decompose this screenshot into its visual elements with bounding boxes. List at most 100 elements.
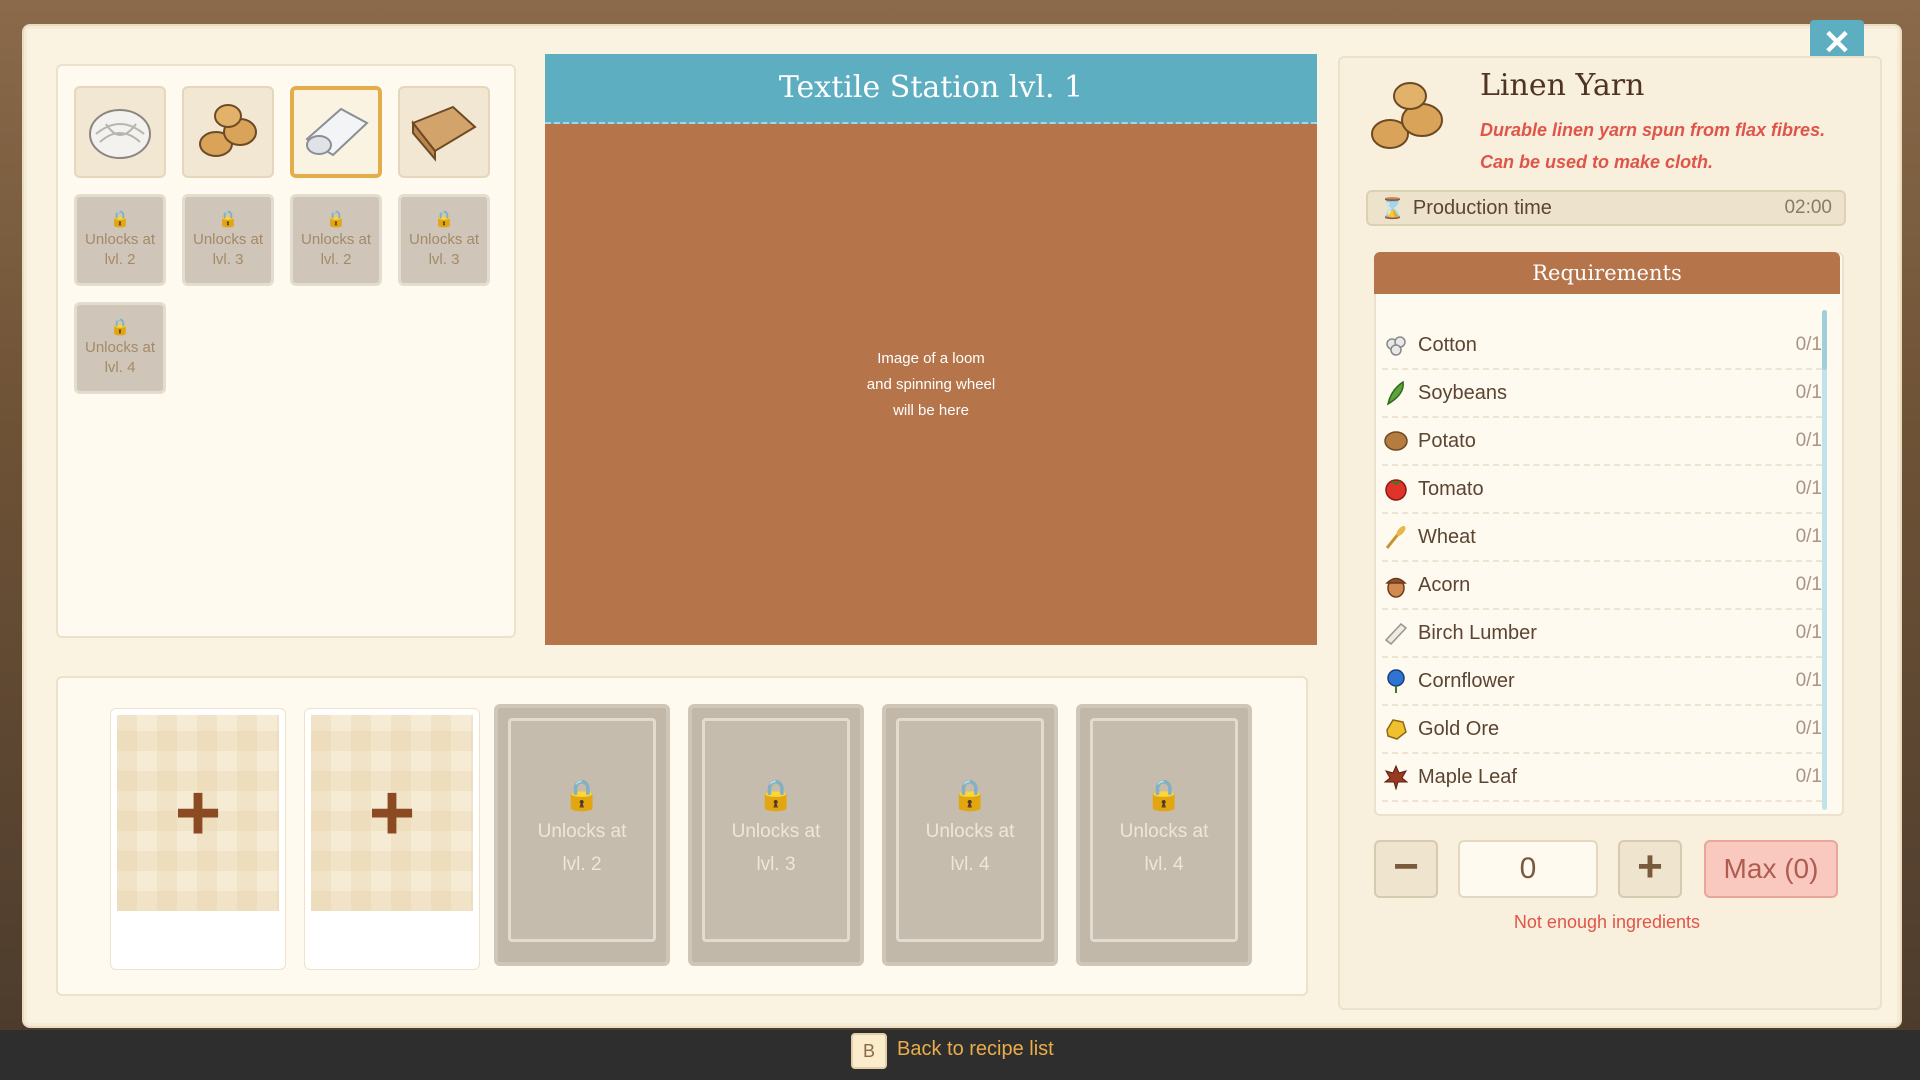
production-time-value: 02:00 bbox=[1784, 197, 1832, 218]
add-icon: + bbox=[368, 768, 416, 857]
recipe-slot-locked: 🔒 Unlocks at lvl. 2 bbox=[290, 194, 382, 286]
recipe-slot-locked: 🔒 Unlocks at lvl. 4 bbox=[74, 302, 166, 394]
requirement-count: 0/1 bbox=[1795, 670, 1822, 691]
production-slot-open[interactable]: + bbox=[304, 708, 480, 970]
requirement-name: Gold Ore bbox=[1418, 717, 1500, 740]
warning-text: Not enough ingredients bbox=[1513, 912, 1701, 932]
production-slot-locked: 🔒 Unlocks at lvl. 2 bbox=[494, 704, 670, 966]
unlock-level: lvl. 4 bbox=[1144, 854, 1184, 875]
lock-icon: 🔒 bbox=[757, 779, 795, 812]
plus-icon: + bbox=[1637, 842, 1663, 891]
cotton-bundle-icon bbox=[89, 109, 151, 159]
lock-icon: 🔒 bbox=[434, 211, 454, 228]
requirement-name: Acorn bbox=[1418, 573, 1471, 596]
recipe-slot-cotton-thread[interactable] bbox=[74, 86, 166, 178]
requirement-name: Birch Lumber bbox=[1418, 621, 1537, 644]
production-slot-locked: 🔒 Unlocks at lvl. 3 bbox=[688, 704, 864, 966]
requirement-name: Tomato bbox=[1418, 477, 1484, 500]
item-description: Durable linen yarn spun from flax fibres… bbox=[1480, 120, 1826, 172]
requirement-name: Cornflower bbox=[1418, 669, 1515, 692]
requirement-row: Tomato 0/1 bbox=[1382, 466, 1822, 514]
unlock-label: Unlocks at lvl. 2 bbox=[84, 231, 156, 268]
requirement-count: 0/1 bbox=[1795, 526, 1822, 547]
unlock-level: lvl. 4 bbox=[950, 854, 990, 875]
lock-icon: 🔒 bbox=[110, 211, 130, 228]
recipe-slot-cloth[interactable] bbox=[290, 86, 382, 178]
requirements-title: Requirements bbox=[1374, 252, 1840, 294]
maple-leaf-icon bbox=[1382, 763, 1410, 791]
requirements-scrollbar[interactable] bbox=[1822, 310, 1827, 810]
lock-icon: 🔒 bbox=[951, 779, 989, 812]
gold-ore-icon bbox=[1382, 715, 1410, 743]
unlock-level: lvl. 3 bbox=[756, 854, 796, 875]
unlock-label: Unlocks at bbox=[1119, 821, 1209, 842]
requirement-name: Cotton bbox=[1418, 333, 1477, 356]
requirement-row: Cotton 0/1 bbox=[1382, 322, 1822, 370]
lock-icon: 🔒 bbox=[563, 779, 601, 812]
requirement-row: Cornflower 0/1 bbox=[1382, 658, 1822, 706]
back-to-recipe-list-link[interactable]: Back to recipe list bbox=[897, 1038, 1054, 1061]
unlock-label: Unlocks at bbox=[925, 821, 1015, 842]
add-icon: + bbox=[174, 768, 222, 857]
minus-icon: − bbox=[1393, 842, 1419, 891]
requirement-count: 0/1 bbox=[1795, 718, 1822, 739]
requirement-name: Maple Leaf bbox=[1418, 765, 1517, 788]
decrease-quantity-button[interactable]: − bbox=[1374, 840, 1438, 898]
unlock-level: lvl. 2 bbox=[562, 854, 602, 875]
unlock-label: Unlocks at lvl. 3 bbox=[192, 231, 264, 268]
production-slot-locked: 🔒 Unlocks at lvl. 4 bbox=[1076, 704, 1252, 966]
requirement-row: Potato 0/1 bbox=[1382, 418, 1822, 466]
production-slot-locked: 🔒 Unlocks at lvl. 4 bbox=[882, 704, 1058, 966]
soybean-icon bbox=[1382, 379, 1410, 407]
production-time-label: Production time bbox=[1412, 196, 1552, 219]
hourglass-icon: ⌛ bbox=[1380, 197, 1405, 220]
requirement-name: Potato bbox=[1418, 429, 1476, 452]
potato-icon bbox=[1382, 427, 1410, 455]
acorn-icon bbox=[1382, 571, 1410, 599]
b-key-icon: B bbox=[851, 1033, 887, 1069]
recipe-slot-locked: 🔒 Unlocks at lvl. 3 bbox=[182, 194, 274, 286]
unlock-label: Unlocks at lvl. 3 bbox=[408, 231, 480, 268]
recipe-slot-burlap[interactable] bbox=[398, 86, 490, 178]
requirement-count: 0/1 bbox=[1795, 478, 1822, 499]
lock-icon: 🔒 bbox=[1145, 779, 1183, 812]
burlap-sack-icon bbox=[411, 105, 477, 162]
unlock-label: Unlocks at bbox=[537, 821, 627, 842]
recipe-slot-yarn[interactable] bbox=[182, 86, 274, 178]
recipe-slot-locked: 🔒 Unlocks at lvl. 2 bbox=[74, 194, 166, 286]
requirement-row: Gold Ore 0/1 bbox=[1382, 706, 1822, 754]
lumber-icon bbox=[1382, 619, 1410, 647]
production-slot-open[interactable]: + bbox=[110, 708, 286, 970]
lock-icon: 🔒 bbox=[326, 211, 346, 228]
production-time: ⌛ Production time 02:00 bbox=[1366, 190, 1846, 226]
recipe-slot-locked: 🔒 Unlocks at lvl. 3 bbox=[398, 194, 490, 286]
tomato-icon bbox=[1382, 475, 1410, 503]
requirement-count: 0/1 bbox=[1795, 766, 1822, 787]
requirements-scroll-thumb[interactable] bbox=[1822, 310, 1827, 370]
requirement-count: 0/1 bbox=[1795, 430, 1822, 451]
yarn-skein-icon bbox=[199, 104, 257, 157]
requirement-row: Acorn 0/1 bbox=[1382, 562, 1822, 610]
requirement-row: Maple Leaf 0/1 bbox=[1382, 754, 1822, 802]
requirement-count: 0/1 bbox=[1795, 574, 1822, 595]
increase-quantity-button[interactable]: + bbox=[1618, 840, 1682, 898]
requirement-row: Birch Lumber 0/1 bbox=[1382, 610, 1822, 658]
item-name: Linen Yarn bbox=[1480, 68, 1645, 103]
wheat-icon bbox=[1382, 523, 1410, 551]
yarn-skein-icon bbox=[1371, 82, 1443, 149]
requirement-count: 0/1 bbox=[1795, 382, 1822, 403]
station-title: Textile Station lvl. 1 bbox=[545, 54, 1317, 125]
cotton-icon bbox=[1382, 331, 1410, 359]
cornflower-icon bbox=[1382, 667, 1410, 695]
requirement-row: Wheat 0/1 bbox=[1382, 514, 1822, 562]
max-quantity-button[interactable]: Max (0) bbox=[1704, 840, 1838, 898]
requirement-row: Soybeans 0/1 bbox=[1382, 370, 1822, 418]
quantity-field[interactable]: 0 bbox=[1458, 840, 1598, 898]
unlock-label: Unlocks at lvl. 4 bbox=[84, 339, 156, 376]
lock-icon: 🔒 bbox=[110, 319, 130, 336]
unlock-label: Unlocks at bbox=[731, 821, 821, 842]
requirement-name: Soybeans bbox=[1418, 381, 1507, 404]
lock-icon: 🔒 bbox=[218, 211, 238, 228]
unlock-label: Unlocks at lvl. 2 bbox=[300, 231, 372, 268]
requirement-count: 0/1 bbox=[1795, 334, 1822, 355]
